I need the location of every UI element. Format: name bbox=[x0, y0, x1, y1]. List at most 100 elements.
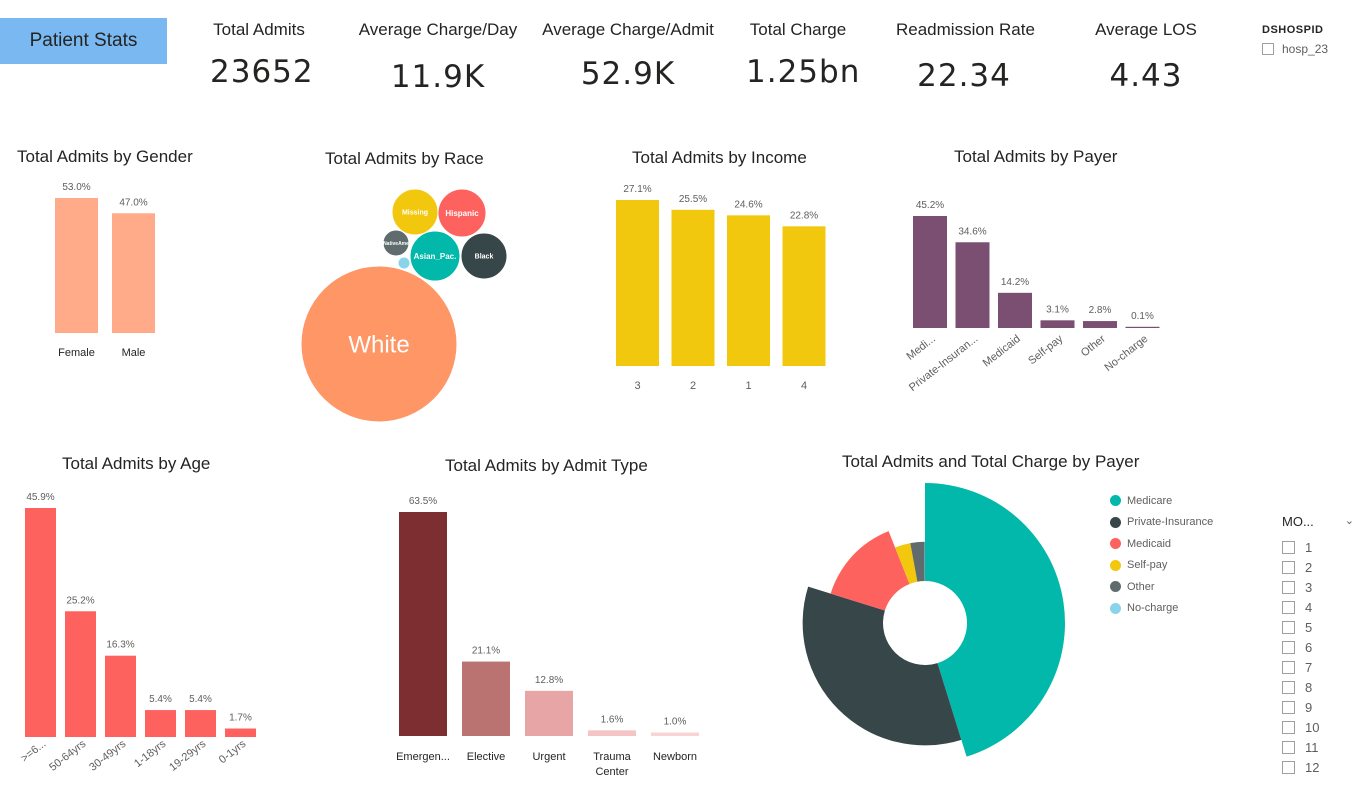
admit-type-data-label: 1.6% bbox=[601, 714, 624, 725]
income-bar[interactable] bbox=[616, 200, 659, 366]
month-option-label: 9 bbox=[1305, 699, 1313, 715]
admit-type-data-label: 63.5% bbox=[409, 496, 437, 507]
checkbox-icon[interactable] bbox=[1282, 560, 1295, 574]
age-bar[interactable] bbox=[65, 611, 96, 737]
admit-type-bar[interactable] bbox=[651, 732, 699, 736]
payer-bar[interactable] bbox=[913, 216, 947, 328]
admit-type-category-label: Trauma bbox=[593, 751, 631, 763]
age-bar[interactable] bbox=[225, 728, 256, 737]
race-bubble-label: Missing bbox=[402, 209, 428, 216]
month-option-label: 3 bbox=[1305, 579, 1313, 595]
checkbox-icon[interactable] bbox=[1282, 760, 1295, 774]
payer-bar[interactable] bbox=[1040, 320, 1075, 328]
admit-type-data-label: 12.8% bbox=[535, 675, 563, 686]
month-option-label: 11 bbox=[1305, 739, 1319, 755]
payer-donut-slice[interactable] bbox=[802, 586, 962, 746]
income-bar[interactable] bbox=[727, 215, 770, 366]
admit-type-category-label: Urgent bbox=[532, 751, 565, 763]
month-option-label: 4 bbox=[1305, 599, 1313, 615]
month-option[interactable]: 1 bbox=[1282, 537, 1354, 557]
income-category-label: 3 bbox=[634, 380, 640, 392]
admit-type-data-label: 21.1% bbox=[472, 646, 500, 657]
month-option[interactable]: 2 bbox=[1282, 557, 1354, 577]
income-bar[interactable] bbox=[782, 226, 826, 366]
month-slicer-title: MO... bbox=[1282, 514, 1314, 529]
month-option[interactable]: 5 bbox=[1282, 617, 1354, 637]
income-bar[interactable] bbox=[671, 209, 715, 366]
admit-type-bar[interactable] bbox=[525, 690, 573, 736]
race-bubble[interactable] bbox=[397, 256, 411, 270]
legend-dot-icon bbox=[1110, 602, 1121, 614]
payer-category-label: Other bbox=[1079, 333, 1108, 360]
race-bubble-label: Black bbox=[475, 253, 494, 260]
legend-item[interactable]: No-charge bbox=[1110, 598, 1213, 620]
age-bar[interactable] bbox=[185, 710, 216, 737]
month-option-label: 2 bbox=[1305, 559, 1313, 575]
legend-item[interactable]: Medicaid bbox=[1110, 533, 1213, 555]
payer-data-label: 0.1% bbox=[1131, 311, 1154, 322]
race-bubble-label: White bbox=[348, 331, 409, 358]
payer-category-label: Medicaid bbox=[981, 333, 1023, 370]
checkbox-icon[interactable] bbox=[1282, 600, 1295, 614]
checkbox-icon[interactable] bbox=[1282, 580, 1295, 594]
legend-dot-icon bbox=[1110, 538, 1121, 550]
payer-bar[interactable] bbox=[1083, 321, 1117, 328]
admit-type-category-label: Center bbox=[595, 766, 628, 778]
payer-bar[interactable] bbox=[1125, 326, 1160, 328]
payer-category-label: Self-pay bbox=[1026, 333, 1066, 368]
chevron-down-icon[interactable]: ⌄ bbox=[1345, 514, 1354, 529]
admit-type-bar[interactable] bbox=[588, 730, 636, 736]
checkbox-icon[interactable] bbox=[1282, 740, 1295, 754]
age-bar[interactable] bbox=[145, 710, 176, 737]
legend-item[interactable]: Other bbox=[1110, 576, 1213, 598]
month-slicer-header[interactable]: MO... ⌄ bbox=[1282, 514, 1354, 529]
month-option-label: 10 bbox=[1305, 719, 1320, 735]
checkbox-icon[interactable] bbox=[1282, 640, 1295, 654]
payer-bar[interactable] bbox=[998, 292, 1032, 328]
month-option[interactable]: 12 bbox=[1282, 757, 1354, 777]
month-option[interactable]: 11 bbox=[1282, 737, 1354, 757]
month-option[interactable]: 9 bbox=[1282, 697, 1354, 717]
month-option-label: 6 bbox=[1305, 639, 1313, 655]
income-data-label: 22.8% bbox=[790, 210, 818, 221]
gender-bar[interactable] bbox=[55, 198, 98, 333]
checkbox-icon[interactable] bbox=[1282, 540, 1295, 554]
payer-bar[interactable] bbox=[955, 242, 990, 328]
legend-item[interactable]: Private-Insurance bbox=[1110, 512, 1213, 534]
legend-label: Medicaid bbox=[1127, 537, 1172, 550]
charts-canvas: 53.0% Female 47.0% Male 27.1% 3 25.5% 2 24.6% 1 22… bbox=[19, 182, 1160, 778]
gender-bar[interactable] bbox=[112, 213, 155, 333]
payer-data-label: 45.2% bbox=[916, 200, 944, 211]
age-data-label: 45.9% bbox=[26, 492, 54, 503]
checkbox-icon[interactable] bbox=[1282, 680, 1295, 694]
gender-category-label: Female bbox=[58, 347, 95, 359]
legend-dot-icon bbox=[1110, 516, 1121, 528]
month-option[interactable]: 8 bbox=[1282, 677, 1354, 697]
legend-label: Other bbox=[1127, 580, 1155, 593]
legend-item[interactable]: Self-pay bbox=[1110, 555, 1213, 577]
legend-item[interactable]: Medicare bbox=[1110, 490, 1213, 512]
age-category-label: >=6... bbox=[19, 738, 49, 765]
admit-type-bar[interactable] bbox=[399, 512, 447, 736]
admit-type-bar[interactable] bbox=[462, 661, 510, 736]
age-data-label: 5.4% bbox=[149, 694, 172, 705]
month-option[interactable]: 3 bbox=[1282, 577, 1354, 597]
month-option[interactable]: 7 bbox=[1282, 657, 1354, 677]
payer-category-label: Medi... bbox=[904, 333, 937, 363]
checkbox-icon[interactable] bbox=[1282, 720, 1295, 734]
month-option[interactable]: 10 bbox=[1282, 717, 1354, 737]
checkbox-icon[interactable] bbox=[1282, 700, 1295, 714]
checkbox-icon[interactable] bbox=[1282, 660, 1295, 674]
gender-data-label: 53.0% bbox=[62, 182, 90, 193]
payer-data-label: 34.6% bbox=[958, 226, 986, 237]
month-options: 1 2 3 4 5 6 7 8 9 10 11 12 bbox=[1282, 537, 1354, 777]
month-option[interactable]: 6 bbox=[1282, 637, 1354, 657]
age-category-label: 0-1yrs bbox=[217, 738, 249, 767]
month-option[interactable]: 4 bbox=[1282, 597, 1354, 617]
age-bar[interactable] bbox=[25, 508, 56, 737]
legend-label: Self-pay bbox=[1127, 559, 1168, 572]
age-bar[interactable] bbox=[105, 655, 136, 737]
payer-data-label: 14.2% bbox=[1001, 277, 1029, 288]
admit-type-category-label: Elective bbox=[467, 751, 506, 763]
checkbox-icon[interactable] bbox=[1282, 620, 1295, 634]
